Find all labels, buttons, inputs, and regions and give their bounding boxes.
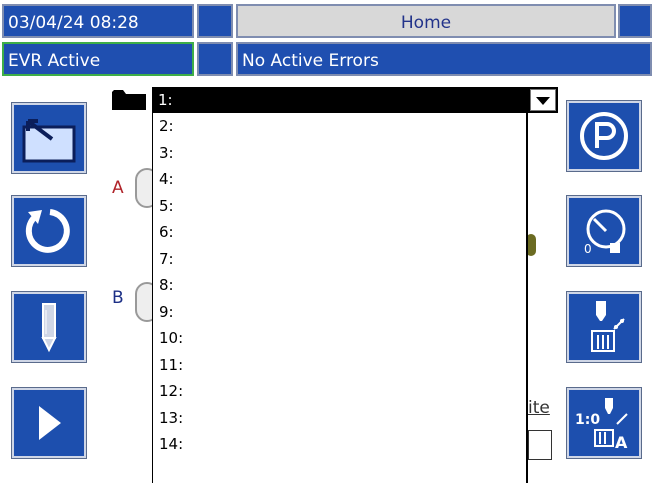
edit-button[interactable] bbox=[11, 291, 87, 363]
error-status: No Active Errors bbox=[236, 42, 652, 76]
status-indicator-1 bbox=[197, 4, 233, 38]
datetime-display: 03/04/24 08:28 bbox=[2, 4, 194, 38]
status-indicator-2 bbox=[618, 4, 652, 38]
park-button[interactable] bbox=[566, 100, 642, 172]
dropdown-option[interactable]: 8: bbox=[159, 276, 174, 294]
chevron-down-icon[interactable] bbox=[530, 89, 556, 111]
dropdown-option[interactable]: 9: bbox=[159, 303, 174, 321]
dropdown-option[interactable]: 3: bbox=[159, 144, 174, 162]
svg-text:A: A bbox=[615, 433, 628, 452]
dispense-icon bbox=[591, 301, 625, 352]
dropdown-option[interactable]: 2: bbox=[159, 117, 174, 135]
dropdown-option[interactable]: 4: bbox=[159, 170, 174, 188]
dropdown-option[interactable]: 7: bbox=[159, 250, 174, 268]
exit-setup-icon bbox=[22, 119, 76, 163]
partial-field[interactable] bbox=[528, 430, 552, 460]
status-indicator-3 bbox=[197, 42, 233, 76]
folder-icon bbox=[110, 86, 148, 112]
mode-display: EVR Active bbox=[2, 42, 194, 76]
reset-icon bbox=[25, 209, 70, 253]
dropdown-option[interactable]: 11: bbox=[159, 356, 183, 374]
recipe-dropdown[interactable]: 1: bbox=[152, 87, 558, 113]
gauge-calibrate-icon: 0 bbox=[584, 209, 626, 256]
dropdown-option[interactable]: 5: bbox=[159, 197, 174, 215]
dropdown-option[interactable]: 12: bbox=[159, 382, 183, 400]
svg-text:0: 0 bbox=[584, 242, 592, 256]
park-icon bbox=[580, 112, 628, 160]
side-a-label: A bbox=[112, 178, 124, 198]
reset-button[interactable] bbox=[11, 195, 87, 267]
screen-title: Home bbox=[236, 4, 616, 38]
dropdown-list[interactable]: 2: 3: 4: 5: 6: 7: 8: 9: 10: 11: 12: 13: 14: bbox=[152, 113, 528, 483]
exit-setup-button[interactable] bbox=[11, 102, 87, 174]
partial-label: ite bbox=[528, 398, 550, 418]
dropdown-option[interactable]: 10: bbox=[159, 329, 183, 347]
dispense-button[interactable] bbox=[566, 291, 642, 363]
dropdown-option[interactable]: 14: bbox=[159, 435, 183, 453]
ratio-dispense-button[interactable]: 1:0 A bbox=[566, 387, 642, 459]
dropdown-option[interactable]: 13: bbox=[159, 409, 183, 427]
dropdown-option[interactable]: 6: bbox=[159, 223, 174, 241]
edit-pencil-icon bbox=[41, 303, 57, 353]
play-button[interactable] bbox=[11, 387, 87, 459]
play-arrow-icon bbox=[39, 406, 61, 440]
calibrate-button[interactable]: 0 bbox=[566, 195, 642, 267]
svg-text:1:0: 1:0 bbox=[575, 412, 600, 428]
dropdown-selected: 1: bbox=[158, 91, 173, 109]
ratio-dispense-icon: 1:0 A bbox=[575, 398, 628, 452]
side-b-label: B bbox=[112, 288, 124, 308]
